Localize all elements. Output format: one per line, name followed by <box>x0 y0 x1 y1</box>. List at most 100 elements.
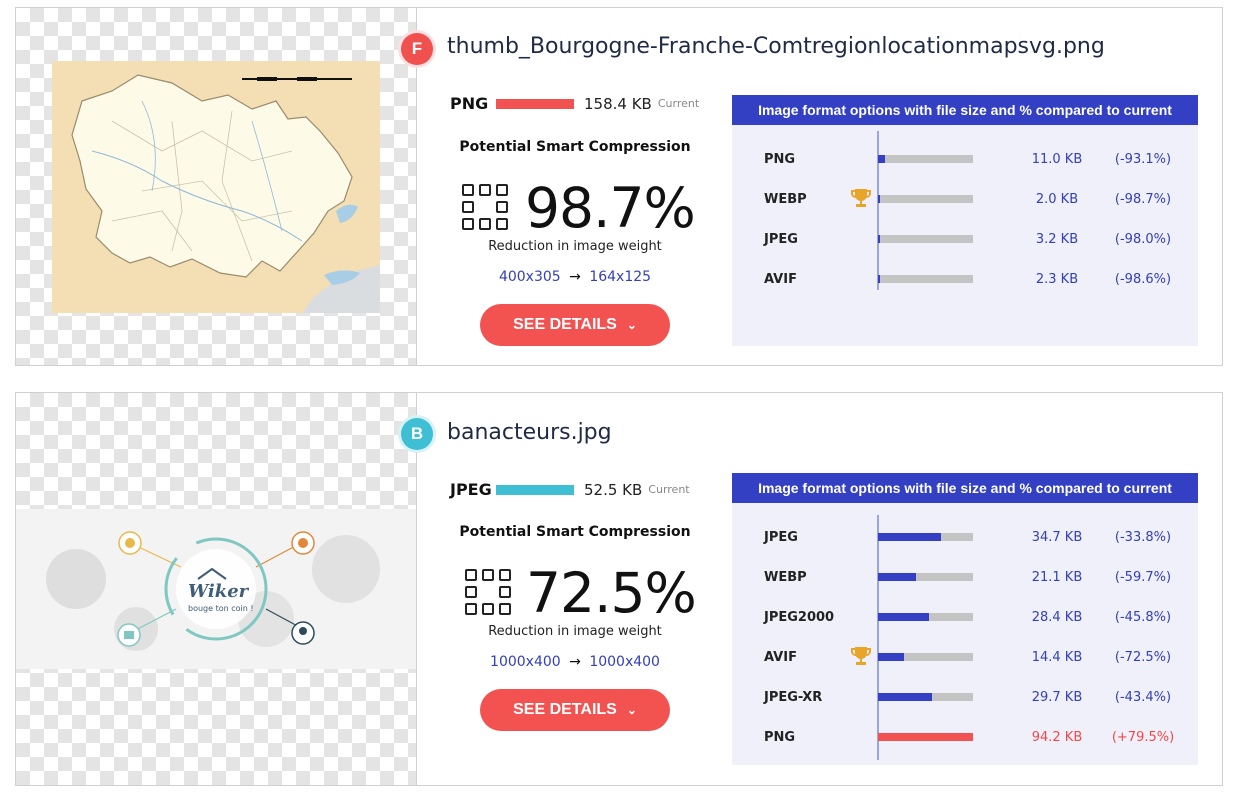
see-details-label: SEE DETAILS <box>513 701 617 718</box>
format-size-bar-fill <box>878 613 929 621</box>
format-option-size: 34.7 KB <box>1031 529 1083 545</box>
format-option-percent: (-72.5%) <box>1114 649 1172 665</box>
compression-percentage: 72.5% <box>526 561 697 625</box>
current-label: Current <box>648 483 690 496</box>
format-option-percent: (-98.6%) <box>1114 271 1172 287</box>
format-option-name: JPEG <box>764 529 798 545</box>
format-option-percent: (-93.1%) <box>1114 151 1172 167</box>
format-option-percent: (-98.7%) <box>1114 191 1172 207</box>
dimension-change: 400x305 → 164x125 <box>417 269 733 285</box>
format-size-bar <box>878 235 973 243</box>
format-size-bar-fill <box>878 573 916 581</box>
format-option-size: 11.0 KB <box>1031 151 1083 167</box>
current-size: 158.4 KB <box>584 94 652 113</box>
dims-to: 164x125 <box>589 269 652 285</box>
format-option-row: AVIF 2.3 KB (-98.6%) <box>732 269 1198 289</box>
format-option-row: WEBP 2.0 KB (-98.7%) <box>732 189 1198 209</box>
format-size-bar <box>878 195 973 203</box>
format-size-bar-fill <box>878 693 932 701</box>
format-size-bar-fill <box>878 235 880 243</box>
format-option-row: AVIF 14.4 KB (-72.5%) <box>732 647 1198 667</box>
image-preview[interactable]: Wiker bouge ton coin ! <box>16 393 417 785</box>
format-size-bar-fill <box>878 155 885 163</box>
image-result-card: Wiker bouge ton coin ! B banacteurs.jpg … <box>15 392 1223 786</box>
current-size-marker <box>877 515 879 760</box>
format-size-bar-fill <box>878 653 904 661</box>
current-size: 52.5 KB <box>584 480 643 499</box>
qr-code-icon <box>462 184 508 230</box>
grade-badge: F <box>401 33 433 65</box>
dimension-change: 1000x400 → 1000x400 <box>417 654 733 670</box>
format-options-panel: Image format options with file size and … <box>732 95 1198 346</box>
current-label: Current <box>657 97 700 110</box>
format-option-size: 14.4 KB <box>1031 649 1083 665</box>
format-option-size: 2.3 KB <box>1035 271 1079 287</box>
format-size-bar-fill <box>878 733 973 741</box>
map-image <box>52 61 380 313</box>
current-format: JPEG <box>450 480 492 499</box>
format-option-row: PNG 11.0 KB (-93.1%) <box>732 149 1198 169</box>
current-size-bar <box>496 484 574 495</box>
format-option-name: WEBP <box>764 569 807 585</box>
format-option-row: JPEG2000 28.4 KB (-45.8%) <box>732 607 1198 627</box>
see-details-button[interactable]: SEE DETAILS ⌄ <box>480 689 670 731</box>
format-option-row: JPEG 3.2 KB (-98.0%) <box>732 229 1198 249</box>
format-option-percent: (+79.5%) <box>1111 729 1175 745</box>
format-option-percent: (-43.4%) <box>1114 689 1172 705</box>
format-size-bar <box>878 693 973 701</box>
compression-title: Potential Smart Compression <box>459 139 691 155</box>
format-option-size: 28.4 KB <box>1031 609 1083 625</box>
chevron-down-icon: ⌄ <box>626 703 637 717</box>
qr-code-icon <box>465 569 511 615</box>
format-option-row: JPEG-XR 29.7 KB (-43.4%) <box>732 687 1198 707</box>
dims-from: 1000x400 <box>490 654 561 670</box>
compression-percentage: 98.7% <box>525 176 696 240</box>
format-option-name: WEBP <box>764 191 807 207</box>
trophy-icon <box>850 645 872 671</box>
format-options-title: Image format options with file size and … <box>732 95 1198 125</box>
format-option-size: 94.2 KB <box>1031 729 1083 745</box>
format-size-bar-fill <box>878 533 941 541</box>
format-size-bar <box>878 573 973 581</box>
format-option-name: JPEG-XR <box>764 689 823 705</box>
format-option-name: JPEG2000 <box>764 609 835 625</box>
arrow-right-icon: → <box>569 654 581 670</box>
format-option-row: PNG 94.2 KB (+79.5%) <box>732 727 1198 747</box>
trophy-icon <box>850 187 872 213</box>
format-option-name: AVIF <box>764 649 797 665</box>
chevron-down-icon: ⌄ <box>626 318 637 332</box>
current-format: PNG <box>450 94 489 113</box>
current-size-bar <box>496 98 574 109</box>
format-option-size: 29.7 KB <box>1031 689 1083 705</box>
format-option-percent: (-45.8%) <box>1114 609 1172 625</box>
format-option-row: WEBP 21.1 KB (-59.7%) <box>732 567 1198 587</box>
current-format-row: JPEG 52.5 KB Current <box>450 480 690 499</box>
format-option-row: JPEG 34.7 KB (-33.8%) <box>732 527 1198 547</box>
format-size-bar <box>878 613 973 621</box>
compression-title: Potential Smart Compression <box>459 524 691 540</box>
grade-badge: B <box>401 418 433 450</box>
file-name: thumb_Bourgogne-Franche-Comtregionlocati… <box>447 34 1105 59</box>
reduction-label: Reduction in image weight <box>488 624 662 639</box>
format-size-bar <box>878 653 973 661</box>
format-option-size: 3.2 KB <box>1035 231 1079 247</box>
format-option-percent: (-33.8%) <box>1114 529 1172 545</box>
current-format-row: PNG 158.4 KB Current <box>450 94 699 113</box>
reduction-label: Reduction in image weight <box>488 239 662 254</box>
format-option-percent: (-59.7%) <box>1114 569 1172 585</box>
file-name: banacteurs.jpg <box>447 420 612 445</box>
format-size-bar-fill <box>878 275 880 283</box>
format-size-bar <box>878 155 973 163</box>
format-size-bar <box>878 733 973 741</box>
format-options-panel: Image format options with file size and … <box>732 473 1198 765</box>
format-option-name: AVIF <box>764 271 797 287</box>
format-option-name: PNG <box>764 151 796 167</box>
dims-to: 1000x400 <box>589 654 660 670</box>
format-option-size: 2.0 KB <box>1035 191 1079 207</box>
format-size-bar-fill <box>878 195 880 203</box>
image-preview[interactable] <box>16 8 417 365</box>
see-details-button[interactable]: SEE DETAILS ⌄ <box>480 304 670 346</box>
dims-from: 400x305 <box>498 269 561 285</box>
format-option-size: 21.1 KB <box>1031 569 1083 585</box>
format-options-title: Image format options with file size and … <box>732 473 1198 503</box>
